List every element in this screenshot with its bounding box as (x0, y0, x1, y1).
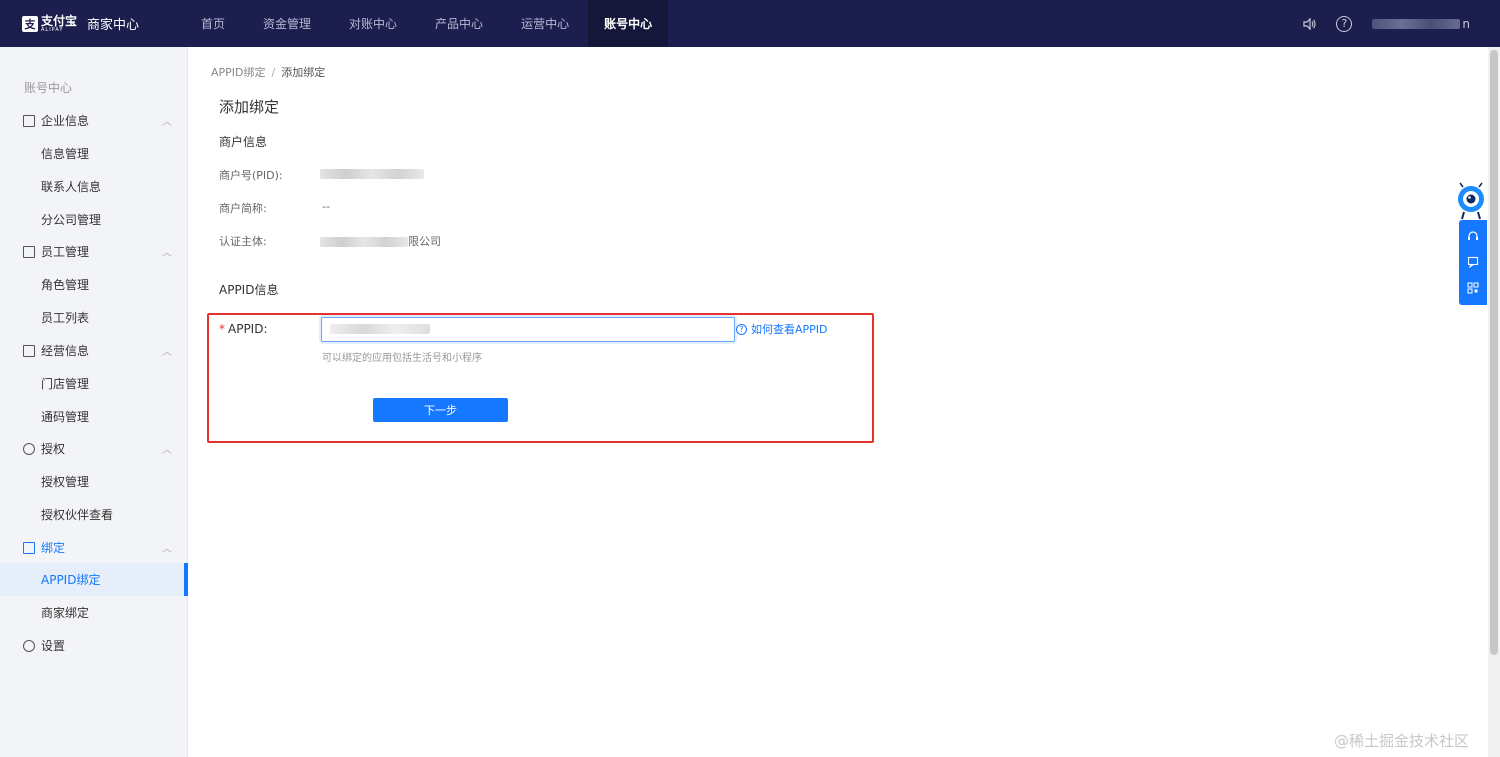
merchant-info-heading: 商户信息 (219, 135, 268, 149)
chevron-up-icon: ︿ (162, 117, 172, 128)
short-name-label: 商户简称: (219, 202, 267, 215)
short-name-value: -- (322, 200, 330, 213)
sidebar-item-info-management[interactable]: 信息管理 (0, 137, 188, 170)
nav-products[interactable]: 产品中心 (416, 0, 502, 47)
gear-icon (23, 639, 35, 652)
nav-reconciliation[interactable]: 对账中心 (330, 0, 416, 47)
help-icon[interactable]: ? (1336, 15, 1353, 32)
sidebar-item-contacts[interactable]: 联系人信息 (0, 170, 188, 203)
alipay-logo[interactable]: 支 支付宝 ALIPAY 商家中心 (22, 14, 182, 33)
qrcode-icon[interactable] (1466, 281, 1480, 295)
breadcrumb-current: 添加绑定 (281, 66, 326, 79)
shield-icon (23, 442, 35, 455)
alipay-logo-icon: 支 (22, 15, 38, 32)
appid-label: * APPID: (219, 322, 268, 336)
scrollbar-thumb[interactable] (1490, 50, 1498, 655)
sidebar-item-auth-management[interactable]: 授权管理 (0, 465, 188, 498)
page-title: 添加绑定 (219, 98, 280, 116)
nav-funds[interactable]: 资金管理 (244, 0, 330, 47)
nav-home[interactable]: 首页 (182, 0, 244, 47)
sidebar-item-stores[interactable]: 门店管理 (0, 367, 188, 400)
subject-value-suffix: 限公司 (408, 235, 441, 248)
logo-brand-en: ALIPAY (41, 26, 64, 33)
document-icon (23, 344, 35, 357)
nav-account-center[interactable]: 账号中心 (588, 0, 669, 47)
sidebar-item-roles[interactable]: 角色管理 (0, 268, 188, 301)
user-account-tail: n (1462, 16, 1470, 31)
app-title: 商家中心 (87, 18, 140, 33)
breadcrumb-parent[interactable]: APPID绑定 (211, 66, 266, 79)
sidebar-group-enterprise-info[interactable]: 企业信息 ︿ (0, 104, 188, 137)
nav-operations[interactable]: 运营中心 (502, 0, 588, 47)
pid-value (320, 167, 424, 180)
watermark: @稀土掘金技术社区 (1334, 732, 1470, 750)
appid-input-blurred-value (330, 324, 430, 334)
chevron-up-icon: ︿ (162, 445, 172, 456)
speaker-icon[interactable] (1300, 15, 1318, 33)
breadcrumb-separator: / (271, 66, 276, 79)
required-mark: * (219, 322, 225, 336)
sidebar-title: 账号中心 (24, 81, 73, 95)
sidebar-group-binding[interactable]: 绑定 ︿ (0, 531, 188, 564)
user-account-name[interactable] (1372, 18, 1461, 29)
sidebar-item-merchant-binding[interactable]: 商家绑定 (0, 596, 188, 629)
chevron-up-icon: ︿ (162, 544, 172, 555)
sidebar-group-settings[interactable]: 设置 (0, 629, 188, 662)
appid-info-heading: APPID信息 (219, 283, 279, 297)
sidebar-item-auth-partners[interactable]: 授权伙伴查看 (0, 498, 188, 531)
sidebar: 账号中心 企业信息 ︿ 信息管理 联系人信息 分公司管理 员工管理 ︿ 角色管理… (0, 47, 188, 757)
subject-value: 限公司 (320, 233, 441, 249)
id-card-icon (23, 114, 35, 127)
logo-brand-cn: 支付宝 (41, 13, 78, 28)
top-navigation-bar: 支 支付宝 ALIPAY 商家中心 首页 资金管理 对账中心 产品中心 运营中心… (0, 0, 1500, 47)
sidebar-item-branches[interactable]: 分公司管理 (0, 203, 188, 236)
question-circle-icon: ? (736, 323, 747, 335)
chevron-up-icon: ︿ (162, 347, 172, 358)
floating-toolbar (1459, 220, 1487, 305)
customer-service-icon[interactable] (1466, 230, 1480, 244)
sidebar-item-codes[interactable]: 通码管理 (0, 400, 188, 433)
sidebar-item-staff-list[interactable]: 员工列表 (0, 301, 188, 334)
appid-hint: 可以绑定的应用包括生活号和小程序 (322, 353, 482, 364)
chevron-up-icon: ︿ (162, 248, 172, 259)
staff-icon (23, 245, 35, 258)
bind-icon (23, 541, 35, 554)
sidebar-group-authorization[interactable]: 授权 ︿ (0, 432, 188, 465)
mascot-icon[interactable] (1455, 182, 1487, 220)
feedback-icon[interactable] (1466, 255, 1480, 269)
sidebar-group-staff[interactable]: 员工管理 ︿ (0, 235, 188, 268)
sidebar-item-appid-binding[interactable]: APPID绑定 (0, 563, 188, 596)
sidebar-group-business-info[interactable]: 经营信息 ︿ (0, 334, 188, 367)
pid-label: 商户号(PID): (219, 169, 283, 182)
how-to-find-appid-link[interactable]: ? 如何查看APPID (736, 321, 828, 337)
breadcrumb: APPID绑定 / 添加绑定 (211, 64, 325, 80)
next-step-button[interactable]: 下一步 (373, 398, 508, 422)
subject-label: 认证主体: (219, 235, 267, 248)
main-nav: 首页 资金管理 对账中心 产品中心 运营中心 账号中心 (182, 0, 669, 47)
